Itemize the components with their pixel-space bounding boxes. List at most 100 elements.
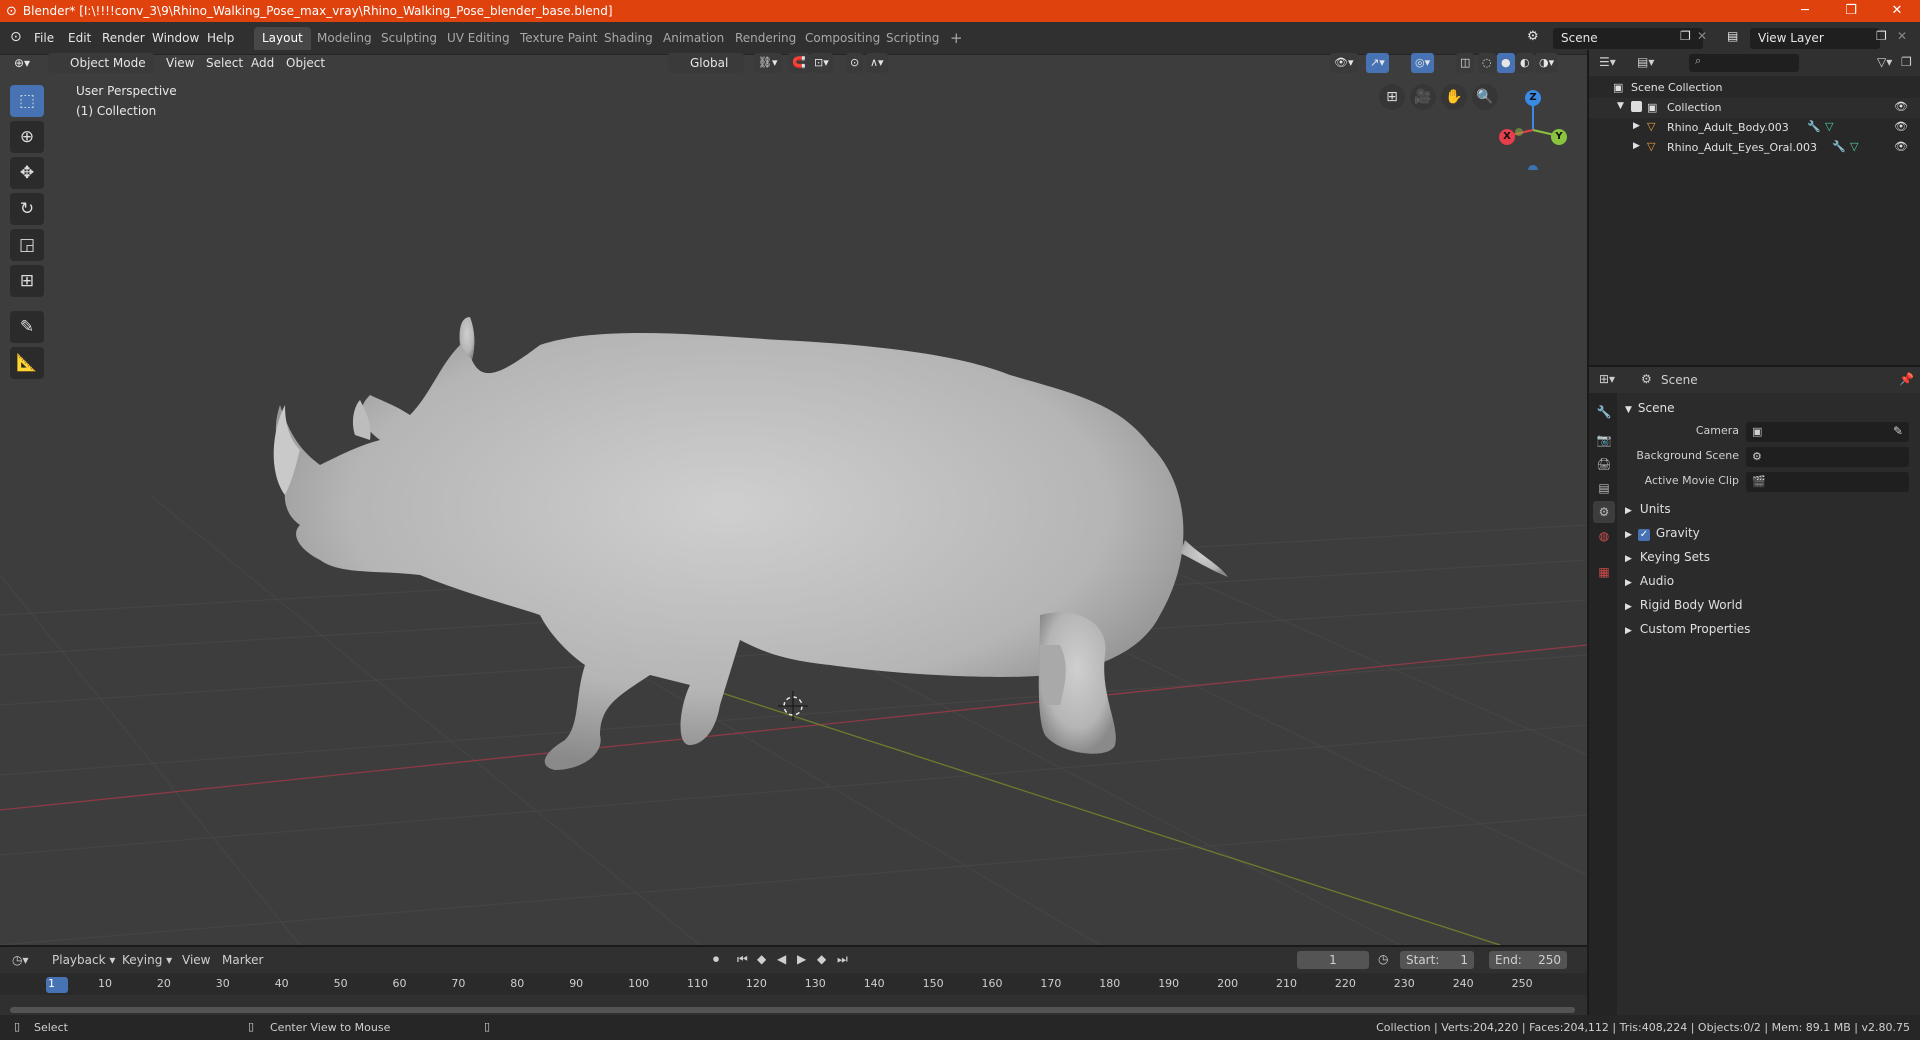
menu-view[interactable]: View (160, 53, 200, 73)
new-view-layer-icon[interactable]: ❐ (1876, 29, 1887, 43)
scene-selector-icon[interactable]: ⚙ (1527, 29, 1539, 44)
texture-tab-icon[interactable]: ▦ (1593, 561, 1615, 583)
overlays-icon[interactable]: ◎▾ (1411, 53, 1435, 73)
gizmo-y-axis[interactable]: Y (1551, 129, 1567, 145)
gravity-section[interactable]: ▶ ✓ Gravity (1625, 526, 1700, 541)
snap-target-icon[interactable]: ⊡▾ (810, 53, 833, 73)
gizmo-z-axis[interactable]: Z (1525, 90, 1541, 106)
modifier-wrench-icon[interactable]: 🔧 (1807, 120, 1821, 133)
menu-file[interactable]: File (34, 31, 54, 45)
jump-end-icon[interactable]: ⏭ (837, 952, 848, 967)
view-layer-tab-icon[interactable]: ▤ (1593, 477, 1615, 499)
play-reverse-icon[interactable]: ◀ (777, 952, 786, 966)
tab-shading[interactable]: Shading (596, 27, 661, 50)
visibility-eye-icon[interactable]: 👁 (1894, 140, 1908, 153)
visibility-eye-icon[interactable]: 👁 (1894, 120, 1908, 133)
transform-orientation-dropdown[interactable]: Global (668, 53, 744, 73)
record-icon[interactable]: ⏺ (713, 952, 719, 967)
rigid-body-world-section[interactable]: ▶ Rigid Body World (1625, 598, 1742, 612)
measure-tool[interactable]: 📐 (10, 347, 44, 379)
cursor-tool[interactable]: ⊕ (10, 121, 44, 153)
delete-view-layer-icon[interactable]: ✕ (1897, 29, 1907, 43)
tab-layout[interactable]: Layout (254, 27, 311, 50)
include-checkbox[interactable] (1631, 101, 1642, 112)
menu-add[interactable]: Add (245, 53, 280, 73)
toggle-camera-grid-icon[interactable]: ⊞ (1379, 84, 1405, 110)
pivot-point-icon[interactable]: ⛓▾ (754, 53, 782, 73)
properties-editor-type-icon[interactable]: ⊞▾ (1599, 372, 1615, 386)
tab-texture-paint[interactable]: Texture Paint (512, 27, 605, 50)
menu-object[interactable]: Object (280, 53, 331, 73)
falloff-icon[interactable]: ∧▾ (866, 53, 888, 73)
end-frame-field[interactable]: End: 250 (1489, 951, 1567, 969)
timeline-view-menu[interactable]: View (182, 953, 210, 967)
transform-tool[interactable]: ⊞ (10, 265, 44, 297)
move-tool[interactable]: ✥ (10, 157, 44, 189)
3d-cursor[interactable] (778, 691, 808, 721)
filter-icon[interactable]: ▽▾ (1877, 55, 1892, 69)
wireframe-shading-icon[interactable]: ◌ (1478, 53, 1496, 73)
snap-icon[interactable]: 🧲 (788, 53, 810, 73)
editor-type-icon[interactable]: ⊕▾ (8, 53, 36, 73)
solid-shading-icon[interactable]: ● (1497, 53, 1515, 73)
camera-field[interactable]: ▣ ✎ (1746, 422, 1909, 442)
background-scene-field[interactable]: ⚙ (1746, 447, 1909, 467)
camera-view-icon[interactable]: 🎥 (1410, 84, 1436, 110)
active-movie-clip-field[interactable]: 🎬 (1746, 472, 1909, 492)
object-mode-dropdown[interactable]: Object Mode (48, 53, 154, 73)
scene-panel-header[interactable]: ▼ Scene (1625, 401, 1675, 415)
expand-arrow-icon[interactable]: ▶ (1633, 141, 1640, 151)
add-workspace-button[interactable]: + (942, 27, 971, 50)
3d-viewport[interactable]: ⬚ ⊕ ✥ ↻ ◲ ⊞ ✎ 📐 User Perspective (1) Col… (0, 55, 1587, 945)
material-shading-icon[interactable]: ◐ (1516, 53, 1534, 73)
scale-tool[interactable]: ◲ (10, 229, 44, 261)
keying-sets-section[interactable]: ▶ Keying Sets (1625, 550, 1710, 564)
marker-menu[interactable]: Marker (222, 953, 263, 967)
output-tab-icon[interactable]: 🖨 (1593, 453, 1615, 475)
keying-menu[interactable]: Keying ▾ (122, 953, 172, 967)
menu-render[interactable]: Render (102, 31, 145, 45)
tab-animation[interactable]: Animation (655, 27, 732, 50)
close-button[interactable]: ✕ (1874, 0, 1920, 22)
menu-help[interactable]: Help (207, 31, 234, 45)
annotate-tool[interactable]: ✎ (10, 311, 44, 343)
playback-menu[interactable]: Playback ▾ (52, 953, 115, 967)
custom-properties-section[interactable]: ▶ Custom Properties (1625, 622, 1750, 636)
view-layer-icon[interactable]: ▤ (1727, 29, 1738, 43)
delete-scene-icon[interactable]: ✕ (1697, 29, 1707, 43)
proportional-edit-icon[interactable]: ⊙ (846, 53, 864, 73)
preview-range-icon[interactable]: ◷ (1378, 952, 1388, 966)
modifier-wrench-icon[interactable]: 🔧 (1832, 140, 1846, 153)
jump-start-icon[interactable]: ⏮ (737, 952, 748, 967)
outliner-editor-type-icon[interactable]: ☰▾ (1599, 55, 1616, 69)
gravity-checkbox[interactable]: ✓ (1637, 529, 1650, 541)
rendered-shading-icon[interactable]: ◑▾ (1535, 53, 1559, 73)
visibility-eye-icon[interactable]: 👁 (1894, 100, 1908, 113)
tool-tab-icon[interactable]: 🔧 (1593, 401, 1615, 423)
xray-icon[interactable]: ◫ (1456, 53, 1475, 73)
new-scene-icon[interactable]: ❐ (1680, 29, 1691, 43)
tab-uv-editing[interactable]: UV Editing (439, 27, 518, 50)
current-frame-field[interactable]: 1 (1297, 951, 1369, 969)
select-box-tool[interactable]: ⬚ (10, 85, 44, 117)
maximize-button[interactable]: ❐ (1828, 0, 1874, 22)
tab-sculpting[interactable]: Sculpting (373, 27, 445, 50)
play-icon[interactable]: ▶ (797, 952, 806, 966)
menu-select[interactable]: Select (200, 53, 249, 73)
next-keyframe-icon[interactable]: ◆ (817, 952, 826, 966)
outliner-row-object[interactable]: ▶ ▽ Rhino_Adult_Body.003 🔧 ▽ 👁 (1589, 118, 1920, 138)
gizmo-toggle-icon[interactable]: ↗▾ (1366, 53, 1389, 73)
tab-compositing[interactable]: Compositing (797, 27, 888, 50)
tab-rendering[interactable]: Rendering (727, 27, 804, 50)
outliner-row-collection[interactable]: ▼ ▣ Collection 👁 (1589, 98, 1920, 118)
minimize-button[interactable]: ─ (1782, 0, 1828, 22)
menu-window[interactable]: Window (152, 31, 199, 45)
start-frame-field[interactable]: Start: 1 (1400, 951, 1474, 969)
expand-arrow-icon[interactable]: ▼ (1617, 101, 1624, 111)
mesh-data-icon[interactable]: ▽ (1825, 120, 1833, 133)
tab-modeling[interactable]: Modeling (309, 27, 380, 50)
frame-ruler[interactable]: 1 10 20 30 40 50 60 70 80 90 100 110 120 130 140 150 160… (0, 973, 1587, 995)
display-mode-icon[interactable]: ▤▾ (1637, 55, 1654, 69)
outliner-row-scene-collection[interactable]: ▣ Scene Collection (1589, 78, 1920, 98)
units-section[interactable]: ▶ Units (1625, 502, 1671, 516)
